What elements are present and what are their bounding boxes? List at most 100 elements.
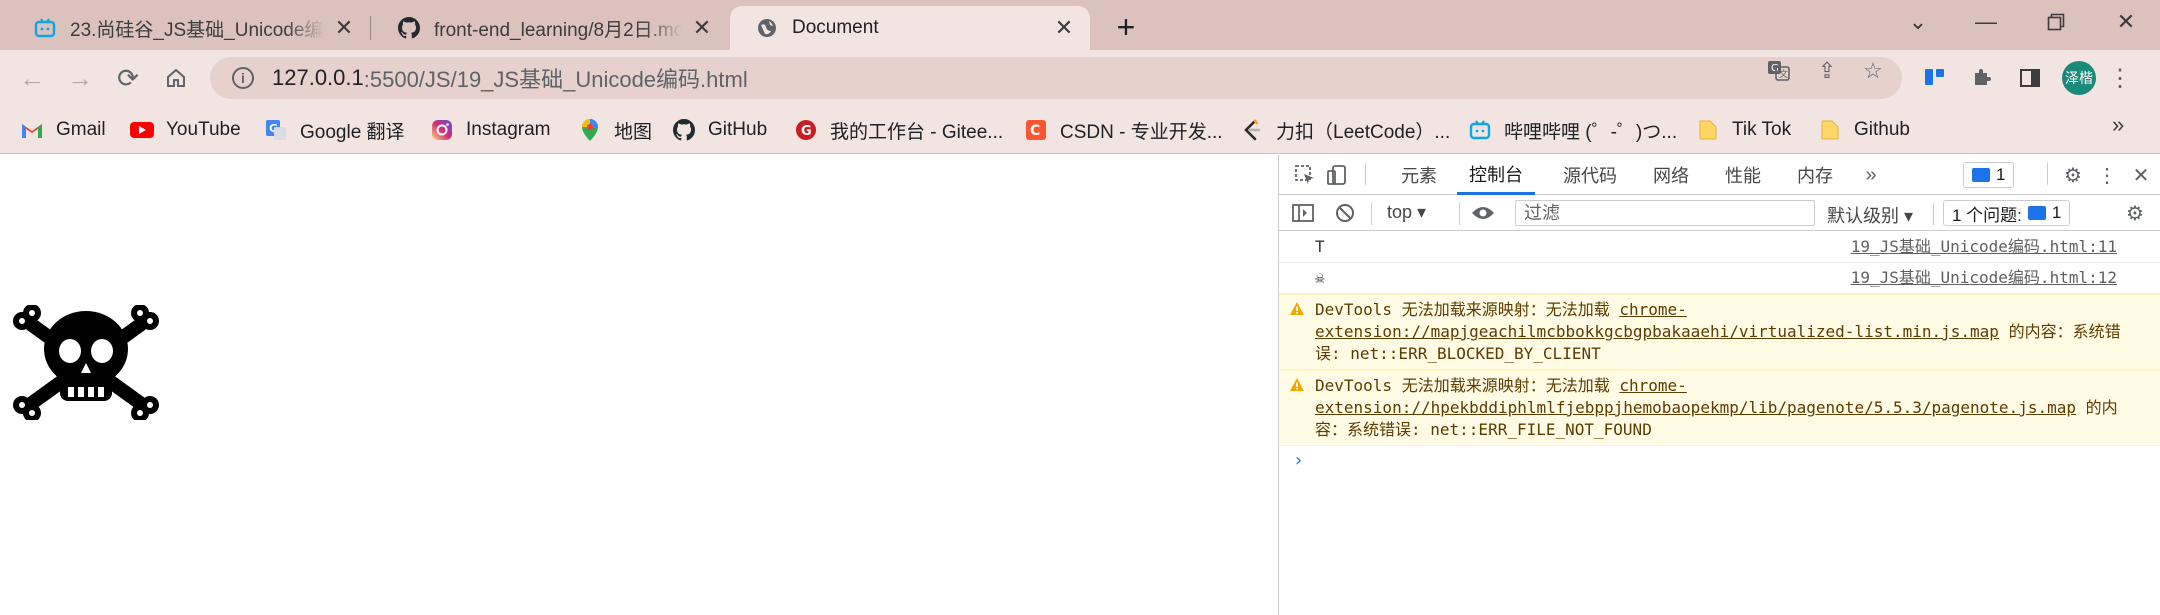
translate-icon[interactable]: G文 [1764,58,1794,84]
sidebar-toggle-icon[interactable] [1289,200,1317,226]
devtools-menu-icon[interactable]: ⋮ [2093,162,2121,188]
separator [1371,203,1372,225]
warning-icon [1290,378,1304,391]
tab-elements[interactable]: 元素 [1401,155,1437,195]
extension-blue-icon[interactable] [1918,62,1950,94]
svg-text:C: C [1030,123,1040,139]
csdn-icon: C [1024,118,1048,142]
warning-icon [1290,302,1304,315]
clear-console-icon[interactable] [1331,200,1359,226]
bookmark-google-translate[interactable]: G Google 翻译 [264,114,405,146]
tab-memory[interactable]: 内存 [1797,155,1833,195]
gitee-icon: G [794,118,818,142]
bookmark-instagram[interactable]: Instagram [430,114,550,146]
prompt-chevron-icon: › [1293,450,1304,471]
tab-sources[interactable]: 源代码 [1563,155,1617,195]
home-icon [167,69,185,87]
url-path: :5500/JS/19_JS基础_Unicode编码.html [363,67,748,92]
globe-icon [756,17,778,39]
tab-network[interactable]: 网络 [1653,155,1689,195]
log-levels-dropdown[interactable]: 默认级别 ▾ [1827,202,1913,228]
site-info-icon[interactable]: i [232,67,254,89]
tab-title: front-end_learning/8月2日.md [434,19,682,41]
bookmark-github[interactable]: GitHub [672,114,767,146]
console-toolbar: top ▾ 过滤 默认级别 ▾ 1 个问题: 1 ⚙ [1279,195,2160,231]
bookmark-folder-github[interactable]: Github [1818,114,1910,146]
device-toolbar-icon[interactable] [1323,162,1351,188]
bookmarks-overflow-icon[interactable]: » [2112,112,2124,138]
tab-github[interactable]: front-end_learning/8月2日.md ✕ [372,6,728,50]
extensions-puzzle-icon[interactable] [1966,62,1998,94]
separator [1365,163,1366,185]
bookmark-gmail[interactable]: Gmail [20,114,106,146]
message-icon [2027,206,2046,220]
filter-input[interactable]: 过滤 [1515,200,1815,226]
bookmark-leetcode[interactable]: 力扣（LeetCode）... [1240,114,1450,146]
profile-avatar[interactable]: 泽楷 [2062,61,2096,95]
source-link[interactable]: 19_JS基础_Unicode编码.html:11 [1851,236,2117,258]
bookmark-star-icon[interactable]: ☆ [1858,58,1888,84]
home-button[interactable] [156,58,196,98]
tab-performance[interactable]: 性能 [1725,155,1761,195]
bookmark-bilibili[interactable]: 哔哩哔哩 (゜-゜)つ... [1468,114,1677,146]
svg-text:G: G [801,124,812,139]
tab-title: Document [792,17,879,38]
issues-counter[interactable]: 1 个问题: 1 [1943,200,2071,226]
separator [1933,203,1934,225]
bookmark-gitee[interactable]: G 我的工作台 - Gitee... [794,114,1003,146]
bookmark-folder-tiktok[interactable]: Tik Tok [1696,114,1791,146]
forward-button[interactable]: → [60,58,100,98]
more-tabs-icon[interactable]: » [1857,162,1885,188]
separator [2047,163,2048,185]
issues-badge[interactable]: 1 [1963,162,2015,188]
tab-bilibili[interactable]: 23.尚硅谷_JS基础_Unicode编码 ✕ [8,6,370,50]
message-icon [1972,168,1990,182]
close-window-button[interactable]: ✕ [2096,4,2156,40]
skull-crossbones-glyph [12,304,160,422]
tab-document[interactable]: Document ✕ [730,6,1090,50]
eye-icon[interactable] [1469,200,1497,226]
back-button[interactable]: ← [12,58,52,98]
youtube-icon [130,118,154,142]
github-icon [672,118,696,142]
tab-search-icon[interactable]: ⌄ [1888,4,1948,40]
address-bar[interactable]: i 127.0.0.1:5500/JS/19_JS基础_Unicode编码.ht… [210,57,1902,99]
settings-gear-icon[interactable]: ⚙ [2059,162,2087,188]
browser-toolbar: ← → ⟳ i 127.0.0.1:5500/JS/19_JS基础_Unicod… [0,50,2160,106]
new-tab-button[interactable]: + [1108,10,1144,46]
bilibili-icon [1468,118,1492,142]
close-icon[interactable]: ✕ [690,15,714,40]
folder-icon [1696,118,1720,142]
context-selector[interactable]: top ▾ [1387,202,1426,223]
console-prompt[interactable]: › [1279,446,2160,475]
side-panel-icon[interactable] [2014,62,2046,94]
instagram-icon [430,118,454,142]
devtools-panel: 元素 控制台 源代码 网络 性能 内存 » 1 ⚙ ⋮ ✕ top ▾ 过滤 默… [1278,155,2160,615]
minimize-button[interactable]: — [1956,4,2016,40]
console-settings-gear-icon[interactable]: ⚙ [2121,200,2149,226]
tab-strip: 23.尚硅谷_JS基础_Unicode编码 ✕ front-end_learni… [0,0,2160,50]
devtools-tabbar: 元素 控制台 源代码 网络 性能 内存 » 1 ⚙ ⋮ ✕ [1279,155,2160,195]
console-log-row: ☠ 19_JS基础_Unicode编码.html:12 [1279,263,2160,294]
reload-button[interactable]: ⟳ [108,58,148,98]
inspect-element-icon[interactable] [1291,162,1319,188]
source-link[interactable]: 19_JS基础_Unicode编码.html:12 [1851,267,2117,289]
console-output: T 19_JS基础_Unicode编码.html:11 ☠ 19_JS基础_Un… [1279,232,2160,475]
close-icon[interactable]: ✕ [1052,15,1076,40]
bookmark-youtube[interactable]: YouTube [130,114,241,146]
bookmark-maps[interactable]: 地图 [578,114,652,146]
close-devtools-icon[interactable]: ✕ [2127,162,2155,188]
close-icon[interactable]: ✕ [332,15,356,40]
tab-console[interactable]: 控制台 [1457,155,1535,195]
separator [1459,203,1460,225]
share-icon[interactable]: ⇪ [1812,58,1842,84]
page-viewport [0,155,1278,615]
google-translate-icon: G [264,118,288,142]
bookmark-csdn[interactable]: C CSDN - 专业开发... [1024,114,1223,146]
menu-kebab-icon[interactable]: ⋮ [2104,62,2136,94]
tab-title: 23.尚硅谷_JS基础_Unicode编码 [70,19,324,41]
restore-button[interactable] [2026,4,2086,40]
github-icon [398,17,420,39]
folder-icon [1818,118,1842,142]
leetcode-icon [1240,118,1264,142]
